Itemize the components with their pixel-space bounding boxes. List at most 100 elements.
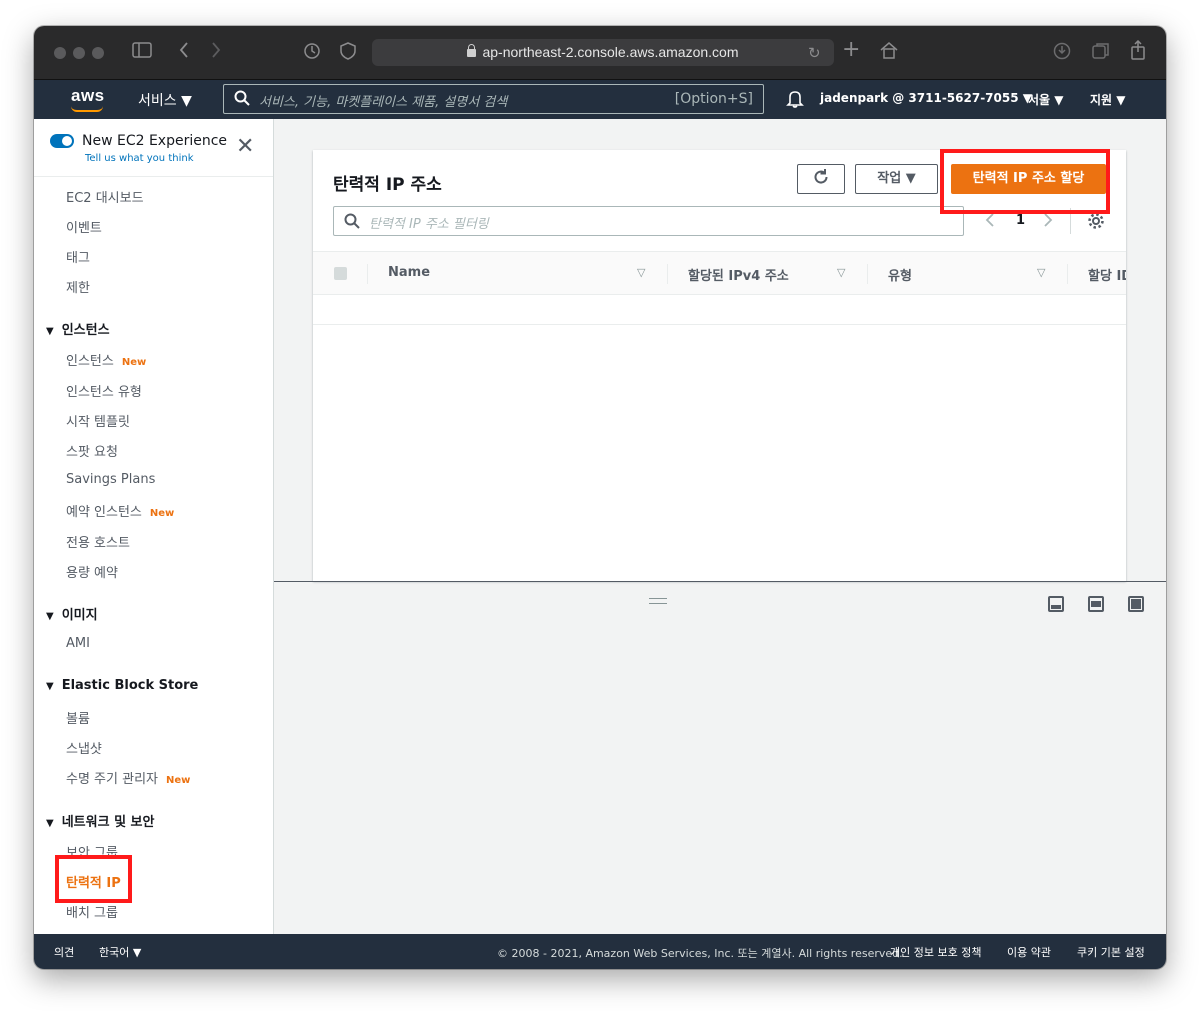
ec2-sidebar: New EC2 Experience Tell us what you thin… bbox=[34, 119, 274, 934]
privacy-link[interactable]: 개인 정보 보호 정책 bbox=[890, 944, 981, 960]
caret-down-icon: ▼ bbox=[46, 681, 54, 692]
global-search-input[interactable]: 서비스, 기능, 마켓플레이스 제품, 설명서 검색 [Option+S] bbox=[223, 84, 764, 114]
sidebar-item-dedicated-hosts[interactable]: 전용 호스트 bbox=[66, 532, 130, 551]
sidebar-item-events[interactable]: 이벤트 bbox=[66, 217, 102, 236]
services-menu[interactable]: 서비스 ▼ bbox=[138, 90, 192, 110]
current-page[interactable]: 1 bbox=[1016, 213, 1025, 228]
sidebar-item-instance-types[interactable]: 인스턴스 유형 bbox=[66, 381, 142, 400]
close-window-button[interactable] bbox=[54, 47, 66, 59]
split-bottom-icon[interactable] bbox=[1048, 596, 1064, 612]
main-content: 탄력적 IP 주소 작업 ▼ 탄력적 IP 주소 할당 탄력적 IP 주소 필터… bbox=[274, 119, 1166, 934]
sidebar-item-savings-plans[interactable]: Savings Plans bbox=[66, 472, 155, 487]
aws-logo[interactable]: aws bbox=[71, 86, 105, 106]
address-bar[interactable]: ap-northeast-2.console.aws.amazon.com ↻ bbox=[372, 39, 834, 66]
tabs-overview-icon[interactable] bbox=[1092, 42, 1110, 65]
next-page-icon[interactable] bbox=[1043, 212, 1053, 232]
column-divider bbox=[1067, 264, 1068, 284]
new-badge: New bbox=[149, 508, 175, 519]
sidebar-item-tags[interactable]: 태그 bbox=[66, 247, 90, 266]
support-menu[interactable]: 지원 ▼ bbox=[1090, 91, 1126, 108]
highlight-box bbox=[940, 149, 1110, 214]
caret-down-icon: ▼ bbox=[46, 818, 54, 829]
column-divider bbox=[367, 264, 368, 284]
column-divider bbox=[667, 264, 668, 284]
url-text: ap-northeast-2.console.aws.amazon.com bbox=[482, 44, 739, 60]
shield-icon[interactable] bbox=[340, 42, 356, 65]
region-menu[interactable]: 서울 ▼ bbox=[1028, 91, 1064, 108]
sort-icon[interactable]: ▽ bbox=[1037, 266, 1045, 279]
sidebar-item-dashboard[interactable]: EC2 대시보드 bbox=[66, 187, 144, 206]
feedback-link[interactable]: 의견 bbox=[54, 944, 74, 960]
table-row bbox=[313, 295, 1126, 325]
sidebar-item-instances[interactable]: 인스턴스 New bbox=[66, 350, 146, 369]
sidebar-toggle-icon[interactable] bbox=[132, 42, 152, 63]
sidebar-item-volumes[interactable]: 볼륨 bbox=[66, 708, 90, 727]
experience-title: New EC2 Experience bbox=[82, 133, 228, 149]
prev-page-icon[interactable] bbox=[985, 212, 995, 232]
divider bbox=[34, 176, 273, 177]
zoom-window-button[interactable] bbox=[92, 47, 104, 59]
drag-handle-icon[interactable] bbox=[649, 598, 667, 604]
feedback-link[interactable]: Tell us what you think bbox=[85, 153, 194, 164]
copyright-text: © 2008 - 2021, Amazon Web Services, Inc.… bbox=[497, 947, 903, 960]
home-icon[interactable] bbox=[879, 41, 899, 64]
sidebar-item-ami[interactable]: AMI bbox=[66, 636, 90, 651]
search-icon bbox=[344, 213, 360, 233]
aws-footer: 의견 한국어 ▼ © 2008 - 2021, Amazon Web Servi… bbox=[34, 934, 1166, 969]
new-tab-icon[interactable]: + bbox=[842, 39, 860, 61]
history-icon[interactable] bbox=[303, 42, 321, 65]
share-icon[interactable] bbox=[1130, 39, 1146, 65]
sidebar-item-reserved-instances[interactable]: 예약 인스턴스 New bbox=[66, 501, 174, 520]
split-middle-icon[interactable] bbox=[1088, 596, 1104, 612]
select-all-checkbox[interactable] bbox=[334, 267, 347, 280]
bell-icon[interactable] bbox=[786, 89, 804, 113]
gear-icon[interactable] bbox=[1087, 212, 1105, 234]
sort-icon[interactable]: ▽ bbox=[637, 266, 645, 279]
filter-placeholder: 탄력적 IP 주소 필터링 bbox=[369, 217, 489, 232]
table-header: Name ▽ 할당된 IPv4 주소 ▽ 유형 ▽ 할당 ID bbox=[313, 251, 1126, 295]
sidebar-item-launch-templates[interactable]: 시작 템플릿 bbox=[66, 411, 130, 430]
language-selector[interactable]: 한국어 ▼ bbox=[99, 944, 141, 960]
sidebar-item-spot-requests[interactable]: 스팟 요청 bbox=[66, 441, 118, 460]
lock-icon bbox=[467, 44, 477, 57]
sidebar-item-placement-groups[interactable]: 배치 그룹 bbox=[66, 902, 118, 921]
new-experience-toggle[interactable] bbox=[50, 134, 74, 148]
caret-down-icon: ▼ bbox=[46, 611, 54, 622]
terms-link[interactable]: 이용 약관 bbox=[1007, 944, 1051, 960]
actions-dropdown[interactable]: 작업 ▼ bbox=[855, 164, 938, 194]
page-title: 탄력적 IP 주소 bbox=[333, 175, 442, 195]
search-placeholder: 서비스, 기능, 마켓플레이스 제품, 설명서 검색 bbox=[259, 95, 508, 110]
sidebar-item-capacity-reservations[interactable]: 용량 예약 bbox=[66, 562, 118, 581]
reload-icon[interactable]: ↻ bbox=[808, 43, 821, 63]
aws-smile-icon bbox=[71, 106, 103, 112]
account-menu[interactable]: jadenpark @ 3711-5627-7055 ▼ bbox=[820, 91, 1032, 105]
sidebar-section-ebs[interactable]: ▼ Elastic Block Store bbox=[46, 678, 198, 693]
column-header-allocation-id[interactable]: 할당 ID bbox=[1088, 265, 1126, 284]
aws-top-nav: aws 서비스 ▼ 서비스, 기능, 마켓플레이스 제품, 설명서 검색 [Op… bbox=[34, 80, 1166, 119]
sidebar-section-instances[interactable]: ▼ 인스턴스 bbox=[46, 319, 110, 338]
split-full-icon[interactable] bbox=[1128, 596, 1144, 612]
caret-down-icon: ▼ bbox=[46, 326, 54, 337]
sidebar-section-network[interactable]: ▼ 네트워크 및 보안 bbox=[46, 811, 154, 830]
refresh-button[interactable] bbox=[797, 164, 845, 194]
sidebar-item-limits[interactable]: 제한 bbox=[66, 277, 90, 296]
column-header-name[interactable]: Name bbox=[388, 265, 430, 280]
download-icon[interactable] bbox=[1053, 42, 1071, 65]
column-header-type[interactable]: 유형 bbox=[888, 265, 912, 284]
cookie-preferences-link[interactable]: 쿠키 기본 설정 bbox=[1077, 944, 1145, 960]
back-icon[interactable] bbox=[178, 41, 190, 64]
column-header-ipv4[interactable]: 할당된 IPv4 주소 bbox=[688, 265, 789, 284]
close-icon[interactable]: ✕ bbox=[236, 136, 254, 158]
browser-window: ap-northeast-2.console.aws.amazon.com ↻ … bbox=[34, 26, 1166, 969]
forward-icon[interactable] bbox=[210, 41, 222, 64]
minimize-window-button[interactable] bbox=[73, 47, 85, 59]
elastic-ip-panel: 탄력적 IP 주소 작업 ▼ 탄력적 IP 주소 할당 탄력적 IP 주소 필터… bbox=[313, 150, 1126, 581]
elastic-ip-filter-input[interactable]: 탄력적 IP 주소 필터링 bbox=[333, 206, 964, 236]
sort-icon[interactable]: ▽ bbox=[837, 266, 845, 279]
highlight-box bbox=[55, 855, 132, 903]
sidebar-section-images[interactable]: ▼ 이미지 bbox=[46, 604, 98, 623]
sidebar-item-snapshots[interactable]: 스냅샷 bbox=[66, 738, 102, 757]
sidebar-item-lifecycle-manager[interactable]: 수명 주기 관리자 New bbox=[66, 768, 190, 787]
split-panel-divider[interactable] bbox=[274, 581, 1166, 582]
column-divider bbox=[867, 264, 868, 284]
